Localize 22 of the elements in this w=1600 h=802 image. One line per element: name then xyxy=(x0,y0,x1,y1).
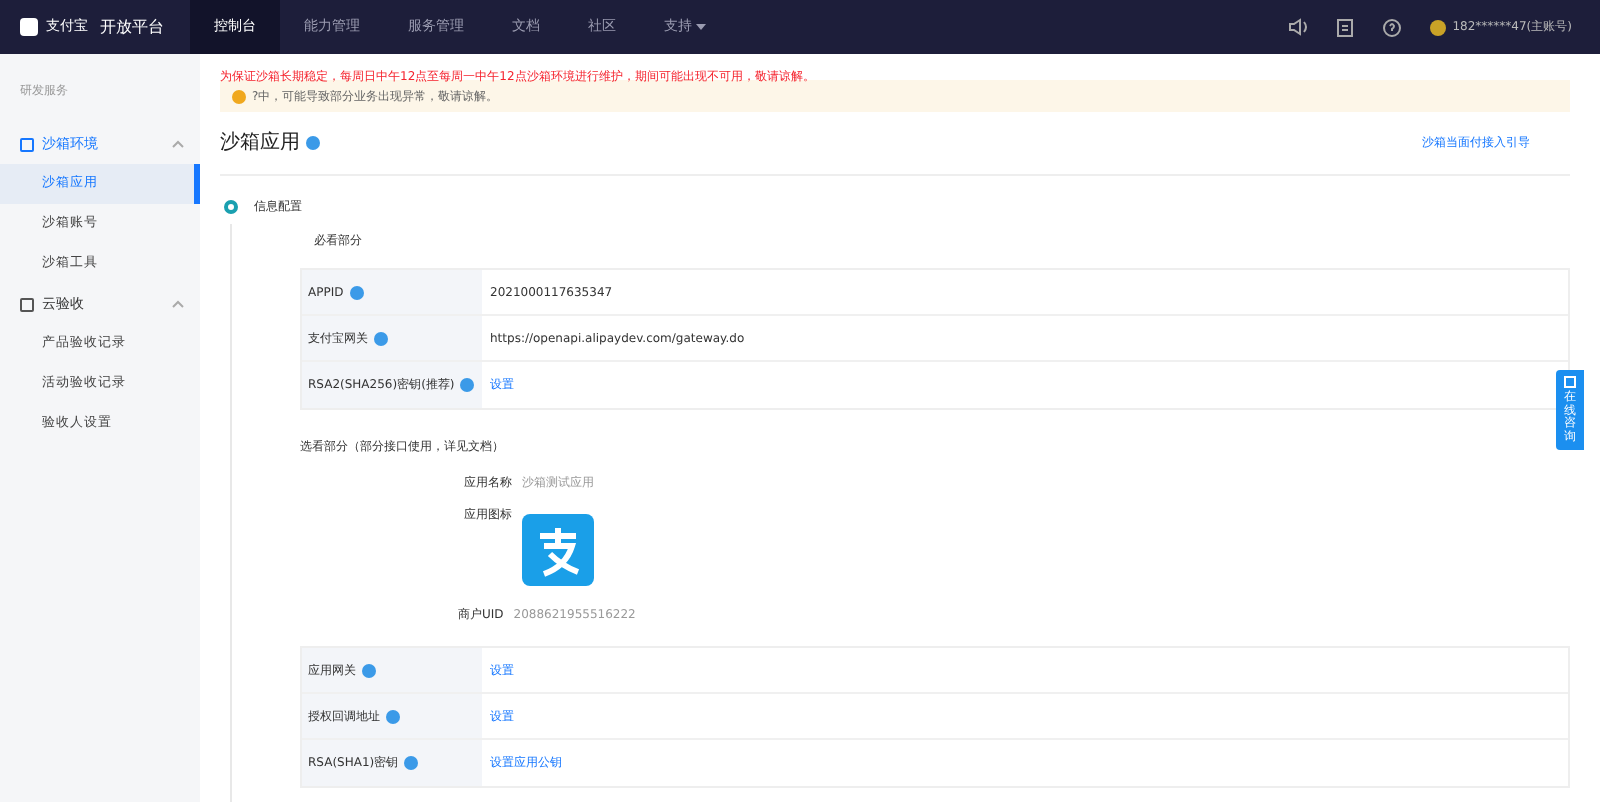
info-icon xyxy=(460,378,475,392)
info-icon xyxy=(349,285,364,299)
app-logo-icon xyxy=(522,514,594,586)
avatar-icon xyxy=(1430,19,1447,35)
info-icon xyxy=(386,709,400,723)
page-title: 沙箱应用 xyxy=(220,129,300,158)
document-icon[interactable] xyxy=(1336,17,1355,37)
speaker-icon[interactable] xyxy=(1288,18,1309,36)
warning-icon xyxy=(232,89,246,103)
help-icon[interactable] xyxy=(1382,17,1403,37)
info-icon xyxy=(362,663,376,677)
group-icon xyxy=(20,297,34,311)
info-icon xyxy=(404,756,419,770)
step-icon xyxy=(224,199,238,213)
info-icon xyxy=(306,136,320,150)
group-icon xyxy=(20,137,34,151)
chevron-icon xyxy=(172,300,184,308)
info-icon xyxy=(374,331,388,345)
chevron-icon xyxy=(172,140,184,148)
logo-product: 开放平台 xyxy=(100,15,164,39)
logo-icon xyxy=(20,18,38,36)
chat-icon xyxy=(1564,376,1576,388)
